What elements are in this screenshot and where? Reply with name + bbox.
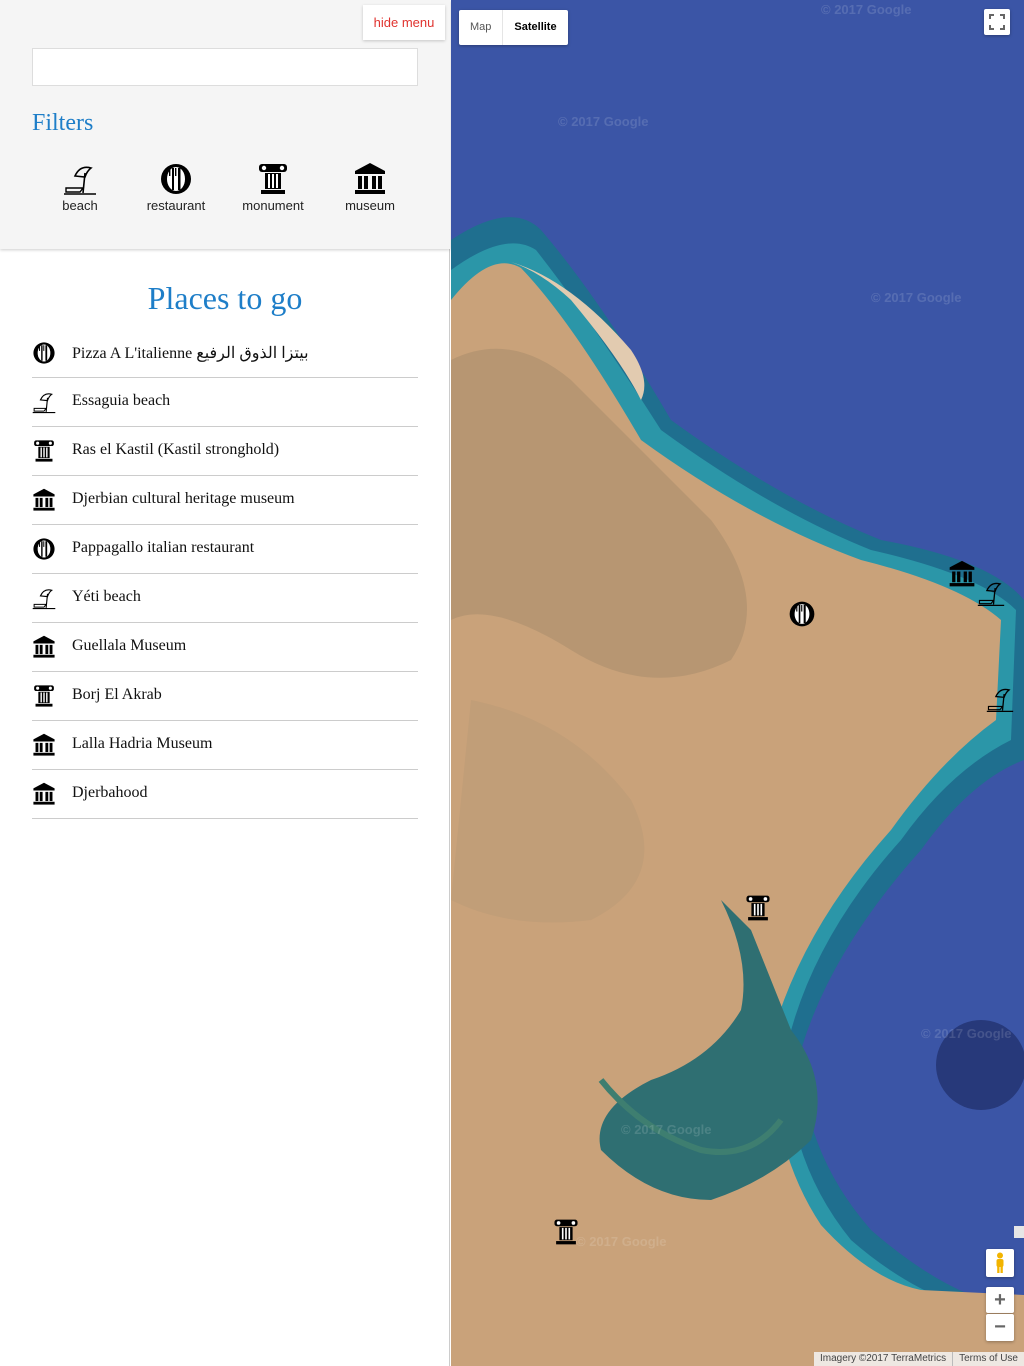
restaurant-icon — [32, 537, 56, 561]
place-item[interactable]: Yéti beach — [32, 574, 418, 623]
fullscreen-icon — [989, 14, 1005, 30]
terms-of-use-link[interactable]: Terms of Use — [952, 1352, 1024, 1366]
map-watermark: © 2017 Google — [576, 1234, 667, 1249]
filter-monument[interactable]: monument — [225, 162, 321, 218]
filter-restaurant[interactable]: restaurant — [128, 162, 224, 218]
beach-icon — [32, 390, 56, 414]
place-item[interactable]: Lalla Hadria Museum — [32, 721, 418, 770]
map-marker-beach[interactable] — [986, 685, 1014, 713]
place-name: Djerbahood — [72, 784, 148, 801]
map-watermark: © 2017 Google — [821, 2, 912, 17]
place-name: Pappagallo italian restaurant — [72, 539, 255, 556]
place-item[interactable]: Djerbian cultural heritage museum — [32, 476, 418, 525]
beach-icon — [63, 162, 97, 196]
filters-title: Filters — [32, 110, 94, 136]
map-watermark: © 2017 Google — [621, 1122, 712, 1137]
pegman-icon — [996, 1252, 1004, 1273]
place-name: Lalla Hadria Museum — [72, 735, 213, 752]
map-type-satellite-button[interactable]: Satellite — [503, 10, 567, 45]
filter-label: museum — [345, 198, 395, 213]
filter-panel: hide menu Filters beach restaurant monum… — [0, 0, 450, 249]
place-name: Ras el Kastil (Kastil stronghold) — [72, 441, 280, 458]
map-watermark: © 2017 Google — [921, 1026, 1012, 1041]
map-type-map-button[interactable]: Map — [459, 10, 504, 45]
fullscreen-button[interactable] — [984, 9, 1010, 35]
map-watermark: © 2017 Google — [558, 114, 649, 129]
places-title: Places to go — [147, 280, 303, 316]
map-footer: Imagery ©2017 TerraMetrics Terms of Use — [813, 1352, 1024, 1366]
place-name: Yéti beach — [72, 588, 141, 605]
filter-label: monument — [242, 198, 304, 213]
museum-icon — [32, 488, 56, 512]
zoom-in-button[interactable]: + — [986, 1287, 1014, 1313]
place-item[interactable]: Borj El Akrab — [32, 672, 418, 721]
places-list: Pizza A L'italienne بيتزا الذوق الرفيع E… — [32, 329, 418, 819]
place-item[interactable]: Pappagallo italian restaurant — [32, 525, 418, 574]
museum-icon — [353, 162, 387, 196]
place-item[interactable]: Pizza A L'italienne بيتزا الذوق الرفيع — [32, 329, 418, 378]
restaurant-icon — [159, 162, 193, 196]
map-type-control: Map Satellite — [459, 10, 568, 45]
monument-icon — [256, 162, 290, 196]
beach-icon — [32, 586, 56, 610]
imagery-attribution: Imagery ©2017 TerraMetrics — [819, 1353, 947, 1364]
filter-beach[interactable]: beach — [32, 162, 128, 218]
museum-icon — [32, 635, 56, 659]
map-edge-handle — [1014, 1226, 1024, 1238]
filter-label: beach — [62, 198, 98, 213]
map-marker-monument[interactable] — [744, 894, 772, 922]
place-name: Pizza A L'italienne بيتزا الذوق الرفيع — [72, 345, 309, 362]
place-name: Essaguia beach — [72, 392, 171, 409]
map-marker-restaurant[interactable] — [788, 600, 816, 628]
restaurant-icon — [32, 341, 56, 365]
filter-museum[interactable]: museum — [322, 162, 418, 218]
museum-icon — [32, 782, 56, 806]
satellite-map[interactable]: © 2017 Google © 2017 Google © 2017 Googl… — [451, 0, 1024, 1366]
museum-icon — [32, 733, 56, 757]
sidebar: hide menu Filters beach restaurant monum… — [0, 0, 450, 1366]
hide-menu-button[interactable]: hide menu — [363, 5, 445, 40]
zoom-out-button[interactable]: − — [986, 1314, 1014, 1341]
map-marker-museum[interactable] — [948, 560, 976, 588]
place-name: Djerbian cultural heritage museum — [72, 490, 295, 507]
place-item[interactable]: Essaguia beach — [32, 378, 418, 427]
place-item[interactable]: Djerbahood — [32, 770, 418, 819]
place-name: Borj El Akrab — [72, 686, 162, 703]
satellite-imagery — [451, 0, 1024, 1366]
place-item[interactable]: Ras el Kastil (Kastil stronghold) — [32, 427, 418, 476]
search-input[interactable] — [32, 48, 418, 86]
filter-label: restaurant — [146, 198, 206, 213]
place-name: Guellala Museum — [72, 637, 187, 654]
map-marker-monument[interactable] — [552, 1218, 580, 1246]
monument-icon — [32, 684, 56, 708]
map-watermark: © 2017 Google — [871, 290, 962, 305]
street-view-pegman[interactable] — [986, 1249, 1014, 1277]
map-marker-beach[interactable] — [977, 579, 1005, 607]
place-item[interactable]: Guellala Museum — [32, 623, 418, 672]
monument-icon — [32, 439, 56, 463]
